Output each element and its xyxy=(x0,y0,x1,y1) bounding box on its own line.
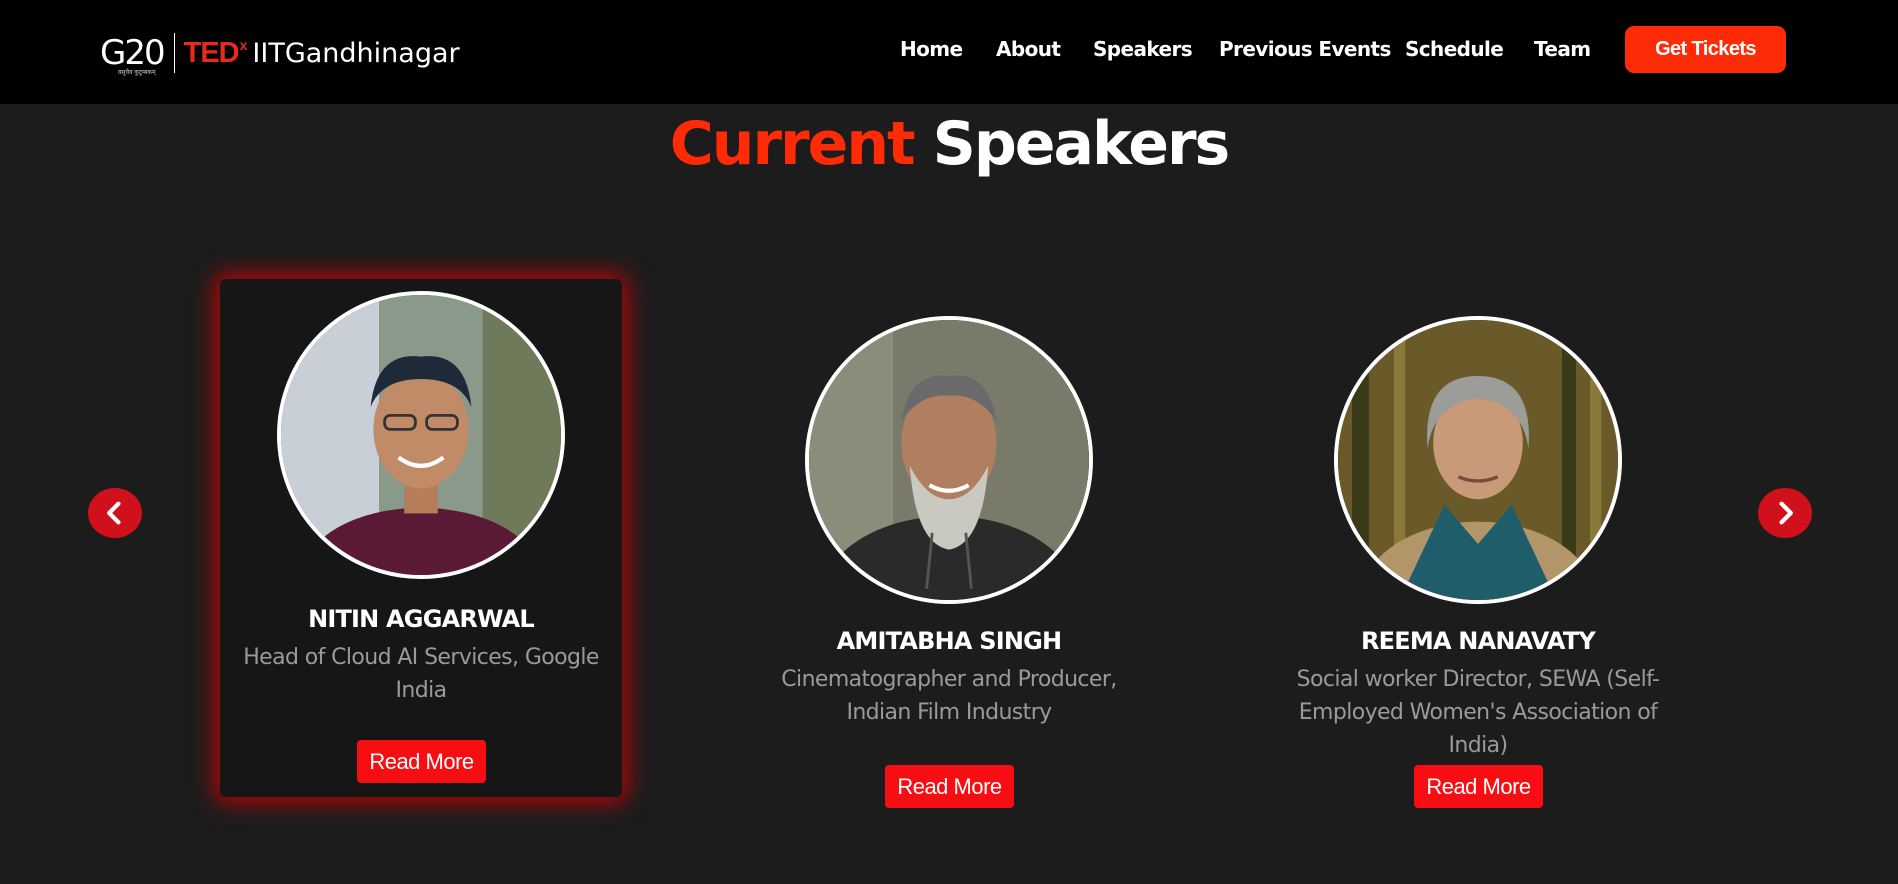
section-title-accent: Current xyxy=(669,109,916,179)
chevron-right-icon xyxy=(1779,501,1793,525)
speaker-photo xyxy=(805,316,1093,604)
get-tickets-button[interactable]: Get Tickets xyxy=(1625,26,1786,73)
navbar: G20 वसुधैव कुटुम्बकम् TEDx IITGandhinaga… xyxy=(0,0,1898,104)
speaker-photo xyxy=(277,291,565,579)
speaker-name: AMITABHA SINGH xyxy=(836,627,1062,655)
carousel-prev-button[interactable] xyxy=(88,488,142,538)
speaker-role-line: Social worker Director, SEWA (Self- xyxy=(1296,667,1660,692)
speaker-portrait-image xyxy=(1338,320,1618,600)
speaker-role: Social worker Director, SEWA (Self- Empl… xyxy=(1277,663,1679,762)
nav-link-home[interactable]: Home xyxy=(900,37,963,61)
speaker-role-line: India xyxy=(395,678,448,703)
speaker-role-line: Employed Women's Association of xyxy=(1298,700,1658,725)
chevron-left-icon xyxy=(107,501,121,525)
speaker-role: Head of Cloud AI Services, Google India xyxy=(220,641,622,707)
nav-link-previous-events[interactable]: Previous Events xyxy=(1219,37,1391,61)
speaker-role: Cinematographer and Producer, Indian Fil… xyxy=(748,663,1150,729)
speaker-name: NITIN AGGARWAL xyxy=(308,605,535,633)
speaker-portrait-image xyxy=(281,295,561,575)
nav-link-schedule[interactable]: Schedule xyxy=(1405,37,1504,61)
nav-link-speakers[interactable]: Speakers xyxy=(1093,37,1193,61)
speaker-role-line: Indian Film Industry xyxy=(846,700,1052,725)
nav-link-about[interactable]: About xyxy=(996,37,1061,61)
nav-menu: Home About Speakers Previous Events Sche… xyxy=(0,0,1898,100)
read-more-button[interactable]: Read More xyxy=(1414,765,1543,808)
speaker-role-line: Head of Cloud AI Services, Google xyxy=(243,645,599,670)
speaker-card: NITIN AGGARWAL Head of Cloud AI Services… xyxy=(220,279,622,797)
speaker-name: REEMA NANAVATY xyxy=(1361,627,1596,655)
speaker-role-line: Cinematographer and Producer, xyxy=(781,667,1117,692)
speaker-card: AMITABHA SINGH Cinematographer and Produ… xyxy=(748,300,1150,820)
nav-link-team[interactable]: Team xyxy=(1534,37,1591,61)
read-more-button[interactable]: Read More xyxy=(357,740,486,783)
speaker-role-line: India) xyxy=(1448,733,1509,758)
section-title: Current Speakers xyxy=(0,104,1898,184)
section-title-rest: Speakers xyxy=(932,109,1231,179)
speaker-photo xyxy=(1334,316,1622,604)
speaker-portrait-image xyxy=(809,320,1089,600)
read-more-button[interactable]: Read More xyxy=(885,765,1014,808)
carousel-next-button[interactable] xyxy=(1758,488,1812,538)
speaker-card: REEMA NANAVATY Social worker Director, S… xyxy=(1277,300,1679,820)
